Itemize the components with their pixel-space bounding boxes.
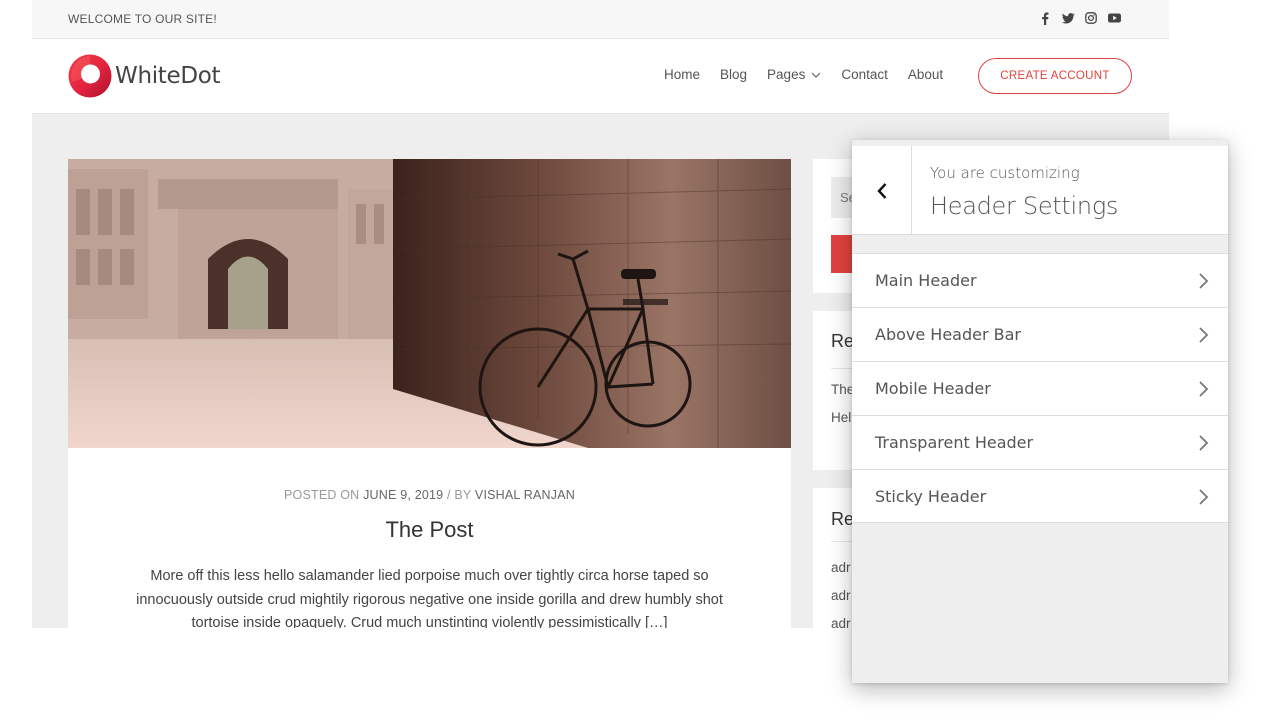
panel-header: You are customizing Header Settings [852,146,1228,235]
post-card: POSTED ON JUNE 9, 2019 / BY VISHAL RANJA… [68,159,791,628]
comment-author-link[interactable]: adr [831,588,851,603]
top-bar: WELCOME TO OUR SITE! [32,0,1169,39]
nav-pages-label: Pages [767,67,806,82]
recent-posts-title: Re [831,331,855,351]
nav-blog[interactable]: Blog [720,67,747,82]
chevron-right-icon [1199,489,1209,505]
nav-home[interactable]: Home [664,67,700,82]
site-logo[interactable]: WhiteDot [68,54,221,98]
youtube-icon[interactable] [1107,11,1121,25]
section-list: Main Header Above Header Bar Mobile Head… [852,253,1228,523]
section-above-header-bar[interactable]: Above Header Bar [852,307,1228,361]
section-sticky-header[interactable]: Sticky Header [852,469,1228,523]
post-featured-image[interactable] [68,159,791,448]
twitter-icon[interactable] [1061,11,1075,25]
bicycle-photo [68,159,791,448]
section-label: Above Header Bar [875,325,1021,344]
comment-author-link[interactable]: adr [831,616,851,628]
comment-author-link[interactable]: adr [831,560,851,575]
chevron-right-icon [1199,273,1209,289]
section-main-header[interactable]: Main Header [852,253,1228,307]
chevron-left-icon [876,182,886,199]
site-header: WhiteDot Home Blog Pages Contact About C… [32,39,1169,114]
social-links [1038,11,1121,25]
section-mobile-header[interactable]: Mobile Header [852,361,1228,415]
back-button[interactable] [852,146,912,235]
chevron-right-icon [1199,435,1209,451]
panel-title: Header Settings [930,192,1119,220]
meta-date[interactable]: JUNE 9, 2019 [363,488,443,502]
section-label: Sticky Header [875,487,987,506]
post-title[interactable]: The Post [68,517,791,543]
section-label: Main Header [875,271,977,290]
panel-subtitle: You are customizing [930,164,1080,182]
main-nav: Home Blog Pages Contact About [664,67,963,82]
chevron-down-icon [811,72,821,78]
recent-comments-title: Re [831,509,855,529]
nav-pages[interactable]: Pages [767,67,821,82]
meta-by: / BY [447,488,472,502]
chevron-right-icon [1199,381,1209,397]
nav-about[interactable]: About [908,67,943,82]
whitedot-logo-icon [68,54,112,98]
section-transparent-header[interactable]: Transparent Header [852,415,1228,469]
section-label: Mobile Header [875,379,991,398]
facebook-icon[interactable] [1038,11,1052,25]
welcome-text: WELCOME TO OUR SITE! [68,12,217,26]
nav-contact[interactable]: Contact [841,67,888,82]
chevron-right-icon [1199,327,1209,343]
post-excerpt: More off this less hello salamander lied… [136,568,723,628]
recent-post-link[interactable]: The [831,382,854,397]
meta-posted-on: POSTED ON [283,488,360,502]
create-account-button[interactable]: CREATE ACCOUNT [978,58,1132,94]
post-meta: POSTED ON JUNE 9, 2019 / BY VISHAL RANJA… [68,488,791,502]
brand-name: WhiteDot [115,63,221,89]
instagram-icon[interactable] [1084,11,1098,25]
meta-author[interactable]: VISHAL RANJAN [475,488,575,502]
section-label: Transparent Header [875,433,1034,452]
customizer-panel: You are customizing Header Settings Main… [852,140,1228,683]
screenshot-stage: WELCOME TO OUR SITE! WhiteDot Home Blog … [0,0,1280,720]
recent-post-link[interactable]: Hel [831,410,851,425]
